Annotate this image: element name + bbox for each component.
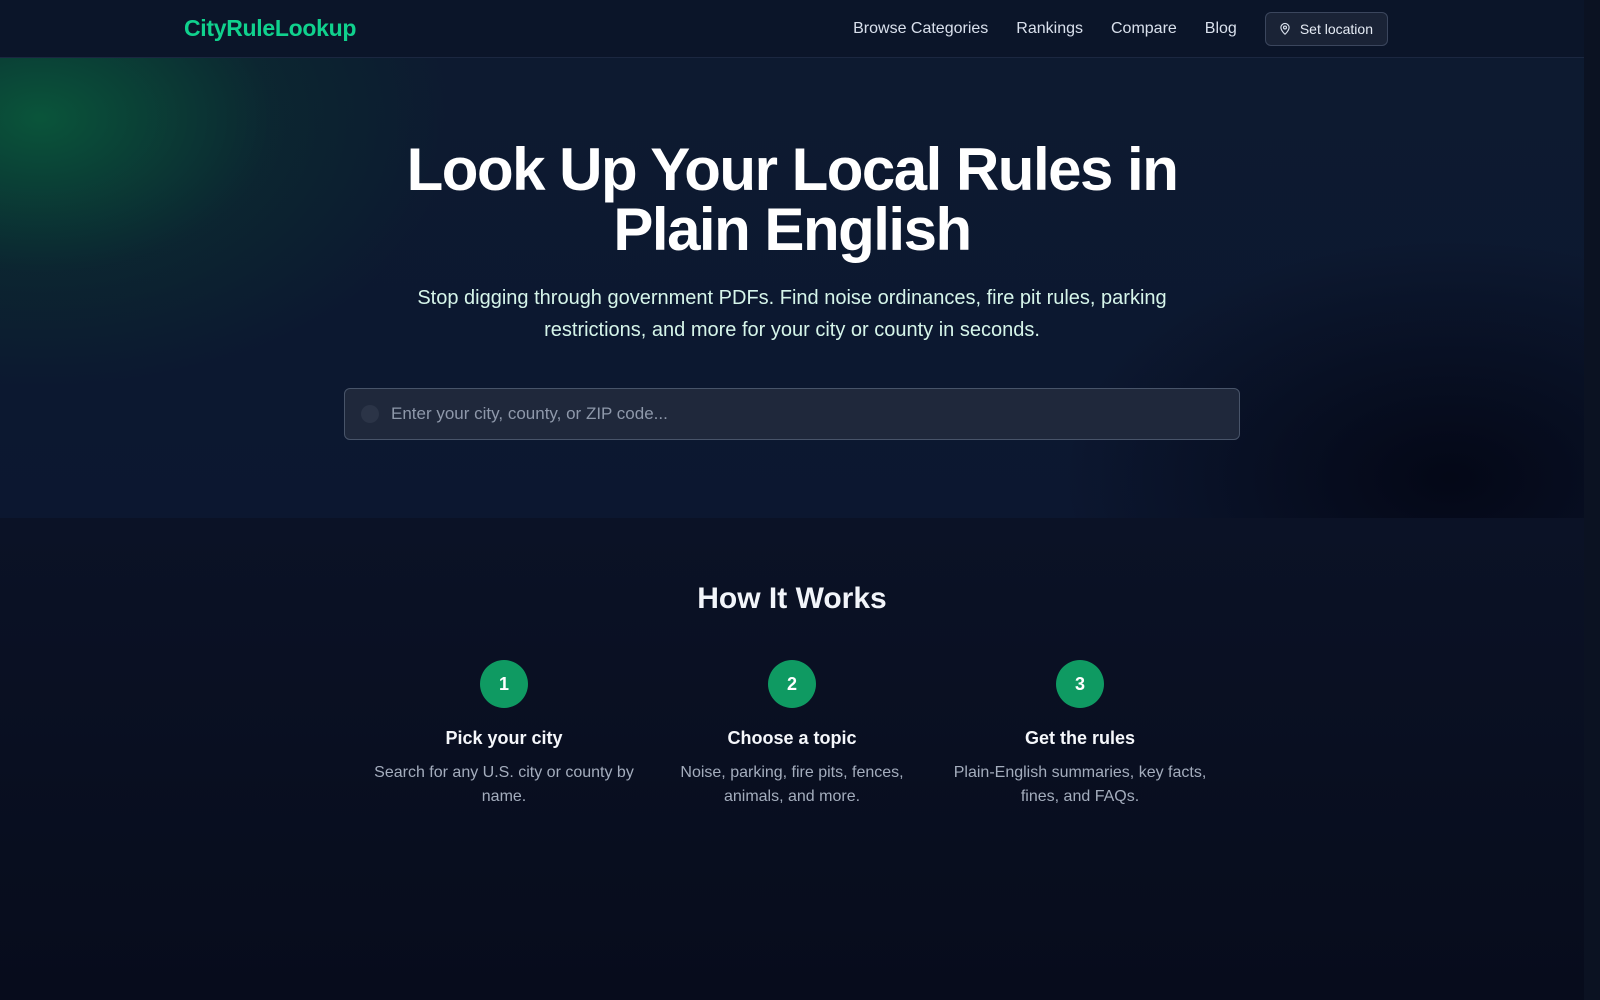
how-it-works-title: How It Works xyxy=(697,582,887,615)
search-input[interactable] xyxy=(391,389,1239,439)
step-number-badge: 2 xyxy=(768,660,816,708)
nav-link-blog[interactable]: Blog xyxy=(1205,20,1237,38)
nav-link-compare[interactable]: Compare xyxy=(1111,20,1177,38)
set-location-label: Set location xyxy=(1299,21,1373,37)
brand-logo[interactable]: CityRuleLookup xyxy=(184,15,356,42)
top-nav: CityRuleLookup Browse Categories Ranking… xyxy=(0,0,1584,58)
scrollbar-track[interactable] xyxy=(1584,0,1600,1000)
step-description: Search for any U.S. city or county by na… xyxy=(374,764,634,805)
step-number-badge: 1 xyxy=(480,660,528,708)
search-box[interactable] xyxy=(344,388,1240,440)
hero-section: Look Up Your Local Rules in Plain Englis… xyxy=(0,58,1584,518)
how-it-works-section: How It Works 1 Pick your city Search for… xyxy=(0,518,1584,1000)
step-item: 2 Choose a topic Noise, parking, fire pi… xyxy=(648,660,936,809)
set-location-button[interactable]: Set location xyxy=(1264,12,1388,46)
step-number-badge: 3 xyxy=(1056,660,1104,708)
nav-link-browse-categories[interactable]: Browse Categories xyxy=(853,20,988,38)
step-title: Get the rules xyxy=(1024,728,1136,748)
page-content: CityRuleLookup Browse Categories Ranking… xyxy=(0,0,1584,1000)
nav-link-rankings[interactable]: Rankings xyxy=(1016,20,1083,38)
steps-list: 1 Pick your city Search for any U.S. cit… xyxy=(360,660,1224,820)
map-pin-icon xyxy=(1280,22,1290,35)
nav-links: Browse Categories Rankings Compare Blog … xyxy=(825,0,1388,58)
step-item: 3 Get the rules Plain-English summaries,… xyxy=(936,660,1224,809)
hero-title: Look Up Your Local Rules in Plain Englis… xyxy=(0,140,1584,260)
hero-title-line-2: Plain English xyxy=(613,196,972,263)
step-title: Pick your city xyxy=(445,728,563,748)
hero-subtitle: Stop digging through government PDFs. Fi… xyxy=(417,287,1167,341)
step-description: Noise, parking, fire pits, fences, anima… xyxy=(680,764,904,805)
hero-title-line-1: Look Up Your Local Rules in xyxy=(406,136,1179,203)
step-description: Plain-English summaries, key facts, fine… xyxy=(953,764,1207,805)
step-item: 1 Pick your city Search for any U.S. cit… xyxy=(360,660,648,809)
search-icon xyxy=(361,405,379,423)
page: CityRuleLookup Browse Categories Ranking… xyxy=(0,0,1600,1000)
step-title: Choose a topic xyxy=(727,728,857,748)
